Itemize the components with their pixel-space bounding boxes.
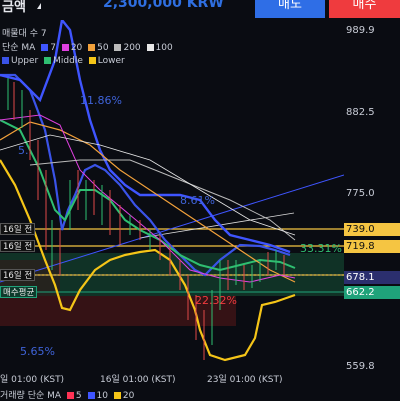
tag-16-days-a: 16일 전 [0,223,36,235]
price-tag-739: 739.0 [344,223,400,236]
pct-label-3: 8.61% [180,194,215,207]
pct-label-6: 5.65% [20,345,55,358]
bb-middle-label: Middle [53,56,83,66]
ma50-label: 50 [97,43,109,53]
ma200-label: 200 [123,43,141,53]
price-tag-662: 662.2 [344,286,400,299]
price-label: 559.8 [346,361,375,372]
ma100-swatch [146,44,154,51]
legend-count: 매물대 수 7 [2,26,47,39]
ma20-label: 20 [70,43,83,53]
ma7-swatch [41,44,49,51]
time-axis[interactable]: 일 01:00 (KST) 16일 01:00 (KST) 23일 01:00 … [0,372,400,386]
price-label: 989.9 [346,25,375,36]
legend-bollinger[interactable]: Upper Middle Lower [2,56,125,66]
vol-ma5-swatch [66,392,74,399]
price-axis[interactable]: 989.9 882.5 775.0 559.8 739.0 719.8 678.… [344,20,400,380]
pct-label-1: 11.86% [80,94,122,107]
pct-label-5: 22.32% [195,294,237,307]
bb-upper-swatch [2,57,9,64]
bb-lower-label: Lower [97,56,125,66]
tag-16-days-c: 16일 전 [0,269,36,281]
buy-button[interactable]: 매수 [329,0,400,18]
vol-ma20-swatch [113,392,121,399]
ma7-label: 7 [50,43,56,53]
price-tag-678: 678.1 [344,271,400,284]
price-label: 882.5 [346,107,375,118]
ma100-line [0,134,296,236]
chart-canvas [0,20,344,362]
tag-16-days-b: 16일 전 [0,240,36,252]
sell-button[interactable]: 매도 [255,0,325,18]
bb-middle-swatch [44,57,52,64]
legend-ma[interactable]: 단순 MA 7 20 50 200 100 [2,40,173,53]
legend-count-label: 매물대 수 7 [2,29,47,39]
order-topbar: 금액 2,300,000 KRW 매도 매수 [0,0,400,20]
volume-legend[interactable]: 거래량 단순 MA 5 10 20 [0,388,134,401]
legend-ma-label: 단순 MA [2,43,36,53]
ma50-swatch [88,44,96,51]
ma20-swatch [61,44,69,51]
price-chart[interactable]: 매물대 수 7 단순 MA 7 20 50 200 100 Upper Midd… [0,20,344,380]
price-label: 775.0 [346,188,375,199]
amount-dropdown-icon[interactable] [37,3,41,9]
bb-upper-line [0,73,291,277]
tag-avg-buy: 매수평균 [0,286,38,298]
ma200-swatch [114,44,122,51]
amount-label: 금액 [2,0,26,15]
ma100-label: 100 [155,43,173,53]
bb-upper-label: Upper [11,56,39,66]
amount-value[interactable]: 2,300,000 KRW [103,0,224,11]
ma7-line [0,20,291,254]
time-label: 23일 01:00 (KST) [207,375,283,385]
time-label: 일 01:00 (KST) [0,375,65,385]
pct-label-2: 5. [18,144,29,157]
vol-ma10-swatch [87,392,95,399]
time-label: 16일 01:00 (KST) [100,375,176,385]
pct-label-4: 33.31% [300,242,342,255]
bb-lower-swatch [88,57,96,64]
price-tag-720: 719.8 [344,240,400,253]
